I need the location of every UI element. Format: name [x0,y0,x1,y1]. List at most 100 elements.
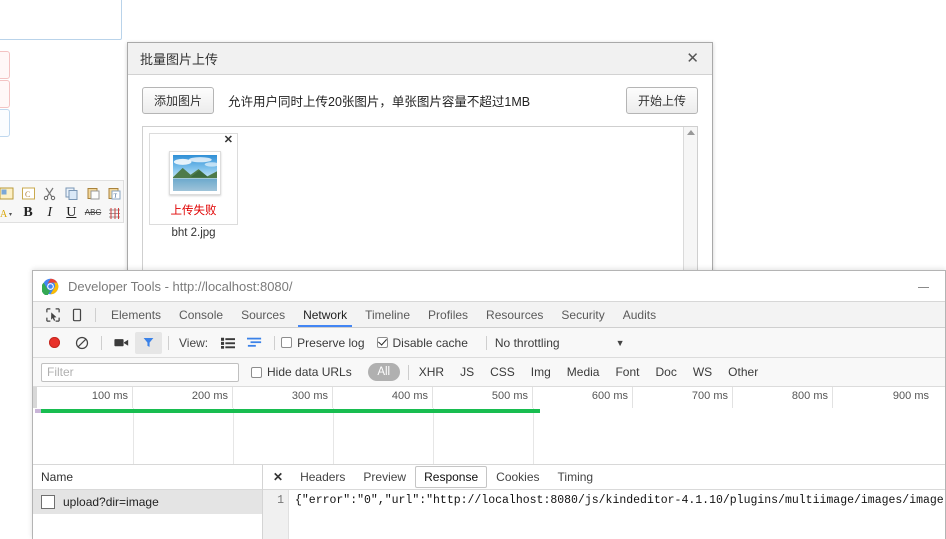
copy-icon[interactable] [63,185,80,202]
chevron-down-icon[interactable]: ▼ [616,338,625,348]
file-thumbnail-card[interactable]: ✕ 上传失败 [149,133,238,225]
remove-format-icon[interactable] [106,205,123,222]
filter-type-other[interactable]: Other [720,365,766,379]
thumbnail-image [173,155,217,191]
tab-timeline[interactable]: Timeline [356,303,419,326]
scroll-up-arrow-icon[interactable] [686,130,695,135]
filter-toggle-button[interactable] [135,331,162,354]
bg-field-2[interactable] [0,80,10,108]
toolbar-divider-4 [274,335,276,350]
filter-type-media[interactable]: Media [559,365,608,379]
network-toolbar: View: Preserve log Disable cache No thro… [33,328,945,358]
timeline-tick-700: 700 ms [633,387,733,408]
filter-type-xhr[interactable]: XHR [411,365,452,379]
filter-type-js[interactable]: JS [452,365,482,379]
filter-type-doc[interactable]: Doc [647,365,684,379]
underline-icon[interactable]: U [63,205,80,222]
detail-tab-cookies[interactable]: Cookies [487,466,548,488]
view-waterfall-button[interactable] [241,332,268,354]
inspect-cursor-icon[interactable] [41,304,65,325]
start-upload-button[interactable]: 开始上传 [625,87,698,114]
hide-data-urls-checkbox[interactable]: Hide data URLs [251,365,352,379]
timeline-tick-300: 300 ms [233,387,333,408]
source-icon[interactable] [0,185,15,202]
bold-icon[interactable]: B [20,205,37,222]
devtools-tabbar: Elements Console Sources Network Timelin… [33,301,945,328]
file-list-area: ✕ 上传失败 bht 2.jpg [142,126,698,272]
cut-icon[interactable] [41,185,58,202]
close-detail-icon[interactable]: ✕ [269,471,291,483]
strikethrough-icon[interactable]: ABC [85,205,102,222]
record-button[interactable] [41,332,68,354]
paste-icon[interactable] [85,185,102,202]
clear-button[interactable] [68,332,95,354]
bg-field-3[interactable] [0,109,10,137]
waterfall-view-icon [247,337,262,347]
detail-tab-response[interactable]: Response [415,466,488,488]
view-list-button[interactable] [214,332,241,354]
throttling-select[interactable]: No throttling [495,336,560,350]
detail-tab-headers[interactable]: Headers [291,466,354,488]
tab-profiles[interactable]: Profiles [419,303,477,326]
line-number-gutter: 1 [263,490,289,539]
tab-sources[interactable]: Sources [232,303,294,326]
toolbar-divider [95,307,96,322]
detail-tab-preview[interactable]: Preview [354,466,415,488]
camera-filmstrip-icon [114,339,129,347]
timeline-overview[interactable] [33,408,945,465]
timeline-tick-200: 200 ms [133,387,233,408]
italic-icon[interactable]: I [41,205,58,222]
request-list-header[interactable]: Name [33,465,262,490]
list-view-icon [220,337,235,349]
capture-screenshots-button[interactable] [108,332,135,354]
tab-console[interactable]: Console [170,303,232,326]
timeline-ruler[interactable]: 100 ms 200 ms 300 ms 400 ms 500 ms 600 m… [33,387,945,408]
record-dot-icon [49,337,60,348]
timeline-tick-800: 800 ms [733,387,833,408]
filter-type-all[interactable]: All [367,363,400,381]
tab-resources[interactable]: Resources [477,303,552,326]
timeline-tick-500: 500 ms [433,387,533,408]
tab-network[interactable]: Network [294,303,356,327]
svg-text:A: A [0,209,8,220]
dialog-title: 批量图片上传 [140,52,219,67]
file-list-scrollbar[interactable] [683,127,697,271]
tab-elements[interactable]: Elements [102,303,170,326]
filter-type-img[interactable]: Img [523,365,559,379]
device-toolbar-icon[interactable] [65,304,89,325]
filter-input[interactable] [41,362,239,382]
kindeditor-toolbar[interactable]: C T A B I U ABC [0,180,124,223]
preview-icon[interactable]: C [20,185,37,202]
add-image-button[interactable]: 添加图片 [142,87,215,114]
text-color-icon[interactable]: A [0,205,15,222]
preserve-log-checkbox[interactable]: Preserve log [281,336,365,350]
bg-field-1[interactable] [0,51,10,79]
detail-tab-timing[interactable]: Timing [549,466,603,488]
toolbar-divider-3 [168,335,169,350]
batch-image-upload-dialog: 批量图片上传 ✕ 添加图片 允许用户同时上传20张图片，单张图片容量不超过1MB… [127,42,713,272]
tab-audits[interactable]: Audits [614,303,665,326]
filter-type-css[interactable]: CSS [482,365,523,379]
close-icon[interactable]: ✕ [683,49,702,68]
response-body-text[interactable]: {"error":"0","url":"http://localhost:808… [289,490,945,539]
response-body-view: 1 {"error":"0","url":"http://localhost:8… [263,490,945,539]
request-detail-panel: ✕ Headers Preview Response Cookies Timin… [263,465,945,539]
upload-status-text: 上传失败 [170,205,217,217]
paste-text-icon[interactable]: T [106,185,123,202]
timeline-tick-600: 600 ms [533,387,633,408]
hide-data-urls-box [251,366,262,378]
remove-file-icon[interactable]: ✕ [224,135,233,146]
tab-security[interactable]: Security [552,303,613,326]
disable-cache-label: Disable cache [392,335,468,350]
hide-data-urls-label: Hide data URLs [267,365,352,379]
timeline-tick-400: 400 ms [333,387,433,408]
devtools-window-title: Developer Tools - http://localhost:8080/ [68,278,293,294]
filter-type-font[interactable]: Font [607,365,647,379]
timeline-tick-100: 100 ms [37,387,133,408]
disable-cache-checkbox[interactable]: Disable cache [376,335,468,350]
minimize-button[interactable] [909,279,937,293]
request-list: Name upload?dir=image [33,465,263,539]
dialog-action-row: 添加图片 允许用户同时上传20张图片，单张图片容量不超过1MB 开始上传 [142,87,698,114]
filter-type-ws[interactable]: WS [685,365,720,379]
table-row[interactable]: upload?dir=image [33,490,262,514]
